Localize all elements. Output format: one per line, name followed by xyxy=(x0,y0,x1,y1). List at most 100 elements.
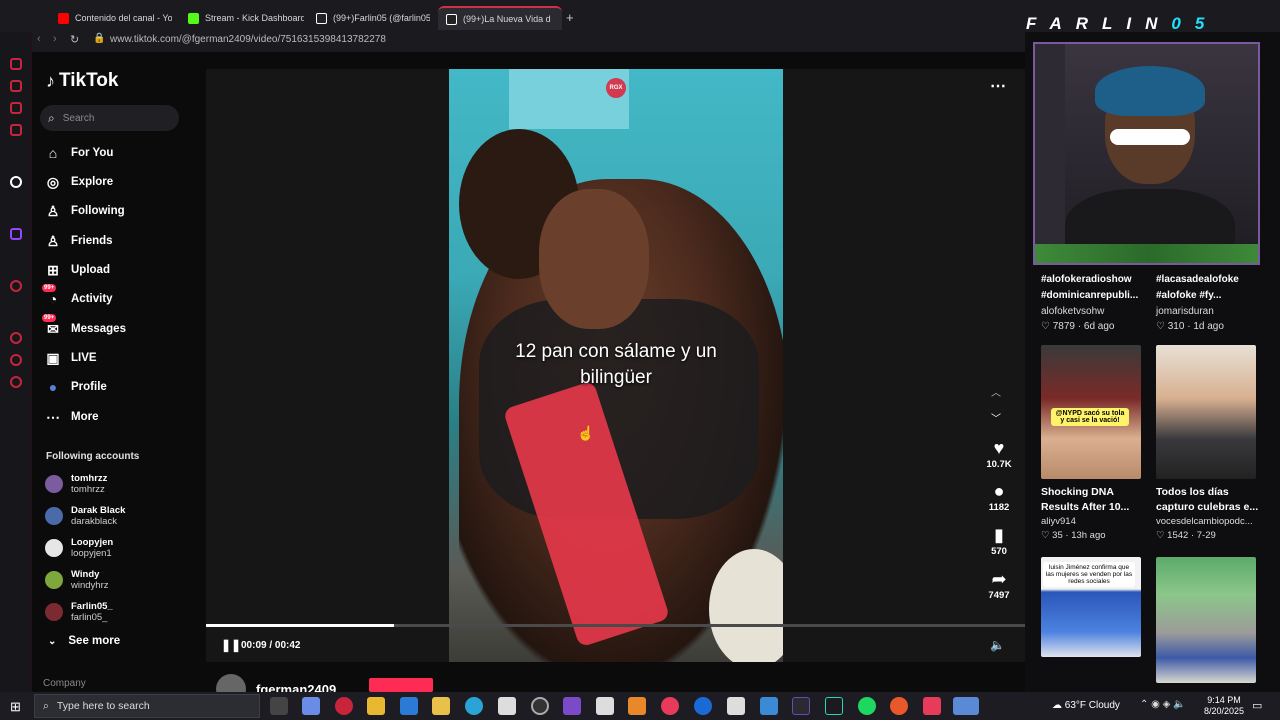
follow-button[interactable] xyxy=(369,678,433,692)
nav-friends[interactable]: ♙ Friends xyxy=(44,230,113,252)
related-video-card[interactable]: #lacasadealofoke #alofoke #fy... jomaris… xyxy=(1156,272,1268,332)
weather-widget[interactable]: ☁ 63°F Cloudy xyxy=(1052,700,1120,711)
browser-tab-active[interactable]: (99+)La Nueva Vida d xyxy=(438,6,562,30)
see-more-button[interactable]: ⌄ See more xyxy=(48,635,120,647)
youtube-favicon-icon xyxy=(58,12,69,24)
avatar xyxy=(45,603,63,621)
capcut-icon[interactable] xyxy=(498,697,516,715)
following-account[interactable]: Darak Black darakblack xyxy=(45,502,125,530)
tab-label: (99+)Farlin05 (@farlin05 xyxy=(333,13,430,23)
nav-following[interactable]: ♙ Following xyxy=(44,200,125,222)
app-icon[interactable] xyxy=(563,697,581,715)
nav-upload[interactable]: ⊞ Upload xyxy=(44,259,110,281)
app-icon[interactable] xyxy=(628,697,646,715)
related-video-thumbnail[interactable] xyxy=(1156,557,1256,683)
webcam-hair xyxy=(1095,66,1205,116)
taskbar-clock[interactable]: 9:14 PM 8/20/2025 xyxy=(1204,695,1244,717)
opera-sidebar-icon[interactable] xyxy=(10,280,22,292)
app-icon[interactable] xyxy=(825,697,843,715)
photos-icon[interactable] xyxy=(760,697,778,715)
obs-icon[interactable] xyxy=(531,697,549,715)
save-button[interactable]: ▮ 570 xyxy=(984,524,1014,557)
opera-sidebar-icon[interactable] xyxy=(10,58,22,70)
media-player-icon[interactable] xyxy=(661,697,679,715)
new-tab-button[interactable]: + xyxy=(566,10,574,25)
thumbnail-overlay-text: @NYPD sacó su tola y casi se la vació! xyxy=(1051,408,1129,426)
outlook-icon[interactable] xyxy=(400,697,418,715)
related-video-card[interactable]: Shocking DNA Results After 10... aliyv91… xyxy=(1041,485,1153,541)
tiktok-logo[interactable]: ♪ TikTok xyxy=(46,70,118,92)
progress-bar[interactable] xyxy=(206,624,1025,627)
chevron-down-icon[interactable]: ﹀ xyxy=(991,410,1001,425)
related-video-card[interactable]: Todos los días capturo culebras e... voc… xyxy=(1156,485,1270,541)
browser-tab[interactable]: Stream - Kick Dashboard xyxy=(180,6,304,30)
next-app-icon[interactable] xyxy=(792,697,810,715)
browser-tab[interactable]: Contenido del canal - You xyxy=(50,6,172,30)
following-account[interactable]: Loopyjen loopyjen1 xyxy=(45,534,113,562)
compass-icon: ◎ xyxy=(46,173,60,190)
search-icon: ⌕ xyxy=(48,110,55,125)
chevron-up-icon[interactable]: ︿ xyxy=(991,384,1001,399)
nav-messages[interactable]: ✉ 99+ Messages xyxy=(42,314,126,340)
capcut-icon[interactable] xyxy=(596,697,614,715)
watermark-badge: RGX xyxy=(606,78,626,98)
company-link[interactable]: Company xyxy=(43,678,86,689)
back-icon[interactable]: ‹ xyxy=(37,33,41,45)
activity-icon: ◔ 99+ xyxy=(42,284,58,307)
file-explorer-icon[interactable] xyxy=(432,697,450,715)
twitch-sidebar-icon[interactable] xyxy=(10,228,22,240)
nav-explore[interactable]: ◎ Explore xyxy=(44,171,113,193)
users-icon: ♙ xyxy=(46,232,60,249)
following-account[interactable]: Farlin05_ farlin05_ xyxy=(45,598,113,626)
browser-icon[interactable] xyxy=(694,697,712,715)
opera-icon[interactable] xyxy=(335,697,353,715)
nav-profile[interactable]: ● Profile xyxy=(44,376,107,398)
forward-icon[interactable]: › xyxy=(53,33,57,45)
app-icon[interactable] xyxy=(890,697,908,715)
settings-icon[interactable] xyxy=(10,376,22,388)
nav-live[interactable]: ▣ LIVE xyxy=(44,347,96,369)
tiktok-app-icon[interactable] xyxy=(923,697,941,715)
store-icon[interactable] xyxy=(367,697,385,715)
search-input[interactable]: ⌕ Search xyxy=(40,105,179,131)
volume-icon[interactable]: 🔈 xyxy=(990,638,1005,652)
reload-icon[interactable]: ↻ xyxy=(70,33,79,46)
live-icon: ▣ xyxy=(46,349,60,366)
notifications-icon[interactable]: ▭ xyxy=(1252,699,1262,712)
nav-activity[interactable]: ◔ 99+ Activity xyxy=(42,284,113,310)
nav-more[interactable]: ⋯ More xyxy=(44,406,98,428)
following-account[interactable]: tomhrzz tomhrzz xyxy=(45,470,107,498)
opera-sidebar-icon[interactable] xyxy=(10,354,22,366)
following-account[interactable]: Windy windyhrz xyxy=(45,566,109,594)
opera-sidebar-icon[interactable] xyxy=(10,80,22,92)
pause-icon[interactable]: ❚❚ xyxy=(221,638,241,652)
opera-sidebar-icon[interactable] xyxy=(10,124,22,136)
url-field[interactable]: www.tiktok.com/@fgerman2409/video/751631… xyxy=(110,34,386,45)
related-video-thumbnail[interactable] xyxy=(1156,345,1256,479)
related-video-card[interactable]: #alofokeradioshow #dominicanrepubli... a… xyxy=(1041,272,1153,332)
video-caption: 12 pan con sálame y un bilingüer xyxy=(515,341,717,388)
bookmark-icon: ▮ xyxy=(994,525,1004,545)
browser-tab[interactable]: (99+)Farlin05 (@farlin05 xyxy=(308,6,430,30)
nav-for-you[interactable]: ⌂ For You xyxy=(44,142,114,164)
system-tray-icons[interactable]: ⌃ ◉ ◈ 🔈 xyxy=(1140,699,1186,710)
taskbar-search-input[interactable]: ⌕ Type here to search xyxy=(34,694,260,718)
tiktok-sidebar-icon[interactable] xyxy=(10,176,22,188)
comment-button[interactable]: ● 1182 xyxy=(984,480,1014,513)
like-button[interactable]: ♥ 10.7K xyxy=(984,437,1014,470)
windows-start-icon[interactable]: ⊞ xyxy=(10,699,21,715)
capcut-icon[interactable] xyxy=(727,697,745,715)
task-view-icon[interactable] xyxy=(270,697,288,715)
spotify-icon[interactable] xyxy=(858,697,876,715)
share-button[interactable]: ➦ 7497 xyxy=(984,568,1014,601)
more-options-icon[interactable]: ⋯ xyxy=(990,76,1007,96)
nav-label: Upload xyxy=(71,264,110,276)
copilot-icon[interactable] xyxy=(302,697,320,715)
heart-outline-icon: ♡ xyxy=(1156,321,1168,332)
opera-sidebar-icon[interactable] xyxy=(10,332,22,344)
comment-icon: ● xyxy=(993,481,1005,501)
playback-time: 00:09 / 00:42 xyxy=(241,640,301,651)
meta-app-icon[interactable] xyxy=(953,697,979,715)
opera-sidebar-icon[interactable] xyxy=(10,102,22,114)
edge-icon[interactable] xyxy=(465,697,483,715)
